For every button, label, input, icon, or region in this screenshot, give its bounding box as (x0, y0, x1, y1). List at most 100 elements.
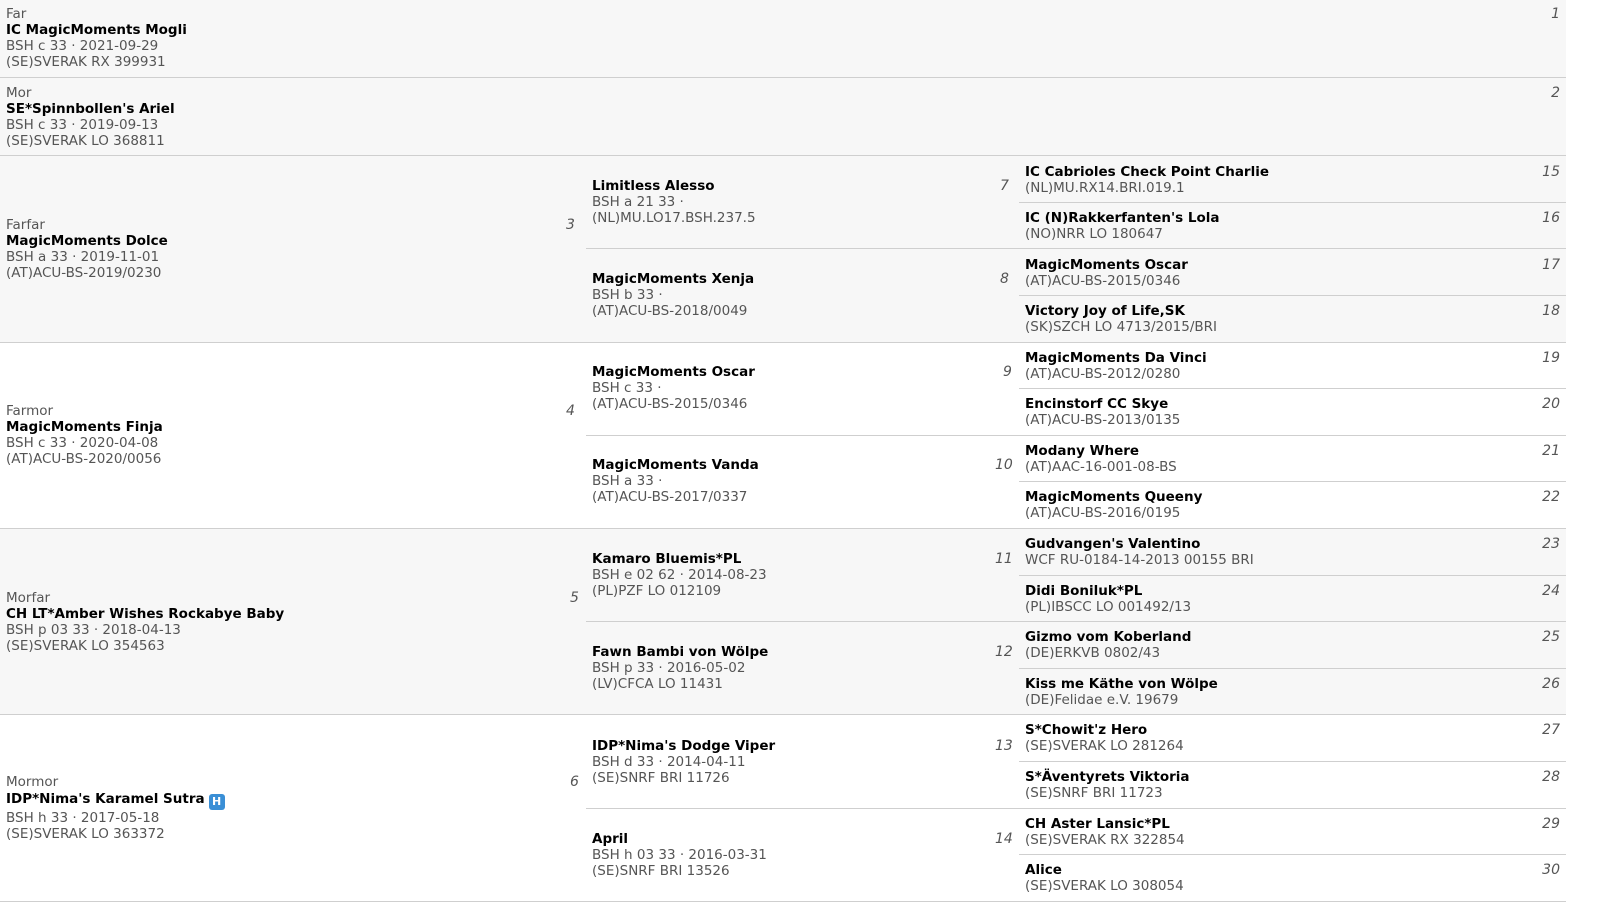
position-number: 2 (1551, 85, 1560, 101)
cat-name[interactable]: IC MagicMoments Mogli (6, 22, 187, 38)
cat-name[interactable]: IDP*Nima's Karamel Sutra (6, 791, 205, 807)
grandparent-entry-farfar[interactable]: Farfar MagicMoments Dolce BSH a 33 · 201… (6, 217, 168, 281)
grandparent-entry-farmor[interactable]: Farmor MagicMoments Finja BSH c 33 · 202… (6, 403, 163, 467)
cat-name[interactable]: CH LT*Amber Wishes Rockabye Baby (6, 606, 284, 622)
role-label: Far (6, 6, 27, 22)
cat-name[interactable]: Fawn Bambi von Wölpe (592, 644, 768, 660)
cat-registration: (SE)SVERAK LO 354563 (6, 638, 165, 654)
ancestor-entry[interactable]: IC Cabrioles Check Point Charlie (NL)MU.… (1025, 164, 1269, 196)
position-number: 24 (1542, 583, 1560, 599)
ancestor-entry[interactable]: Didi Boniluk*PL (PL)IBSCC LO 001492/13 (1025, 583, 1191, 615)
ancestor-entry[interactable]: Victory Joy of Life,SK (SK)SZCH LO 4713/… (1025, 303, 1217, 335)
cat-name[interactable]: April (592, 831, 767, 847)
cat-registration: (AT)ACU-BS-2017/0337 (592, 489, 748, 505)
ancestor-entry[interactable]: S*Chowit'z Hero (SE)SVERAK LO 281264 (1025, 722, 1184, 754)
ancestor-entry[interactable]: Kiss me Käthe von Wölpe (DE)Felidae e.V.… (1025, 676, 1218, 708)
cat-name[interactable]: Gudvangen's Valentino (1025, 536, 1254, 552)
sire-entry[interactable]: Far IC MagicMoments Mogli BSH c 33 · 202… (6, 6, 187, 70)
great-grandparent-entry[interactable]: Fawn Bambi von Wölpe BSH p 33 · 2016-05-… (592, 644, 768, 692)
ancestor-entry[interactable]: MagicMoments Queeny (AT)ACU-BS-2016/0195 (1025, 489, 1202, 521)
position-number: 20 (1542, 396, 1560, 412)
ancestor-entry[interactable]: Modany Where (AT)AAC-16-001-08-BS (1025, 443, 1177, 475)
cat-name[interactable]: MagicMoments Dolce (6, 233, 168, 249)
position-number: 5 (570, 590, 579, 606)
ancestor-entry[interactable]: Gudvangen's Valentino WCF RU-0184-14-201… (1025, 536, 1254, 568)
cat-name[interactable]: Didi Boniluk*PL (1025, 583, 1191, 599)
dam-entry[interactable]: Mor SE*Spinnbollen's Ariel BSH c 33 · 20… (6, 85, 175, 149)
grandparent-entry-morfar[interactable]: Morfar CH LT*Amber Wishes Rockabye Baby … (6, 590, 284, 654)
cat-name[interactable]: IC Cabrioles Check Point Charlie (1025, 164, 1269, 180)
great-grandparent-entry[interactable]: MagicMoments Xenja BSH b 33 · (AT)ACU-BS… (592, 271, 754, 319)
cat-name[interactable]: MagicMoments Finja (6, 419, 163, 435)
cat-registration: (AT)ACU-BS-2013/0135 (1025, 412, 1181, 428)
ancestor-entry[interactable]: MagicMoments Oscar (AT)ACU-BS-2015/0346 (1025, 257, 1188, 289)
ancestor-entry[interactable]: Alice (SE)SVERAK LO 308054 (1025, 862, 1184, 894)
ancestor-entry[interactable]: Encinstorf CC Skye (AT)ACU-BS-2013/0135 (1025, 396, 1180, 428)
pedigree-row-sire: Far IC MagicMoments Mogli BSH c 33 · 202… (0, 0, 1566, 78)
cat-registration: (PL)PZF LO 012109 (592, 583, 722, 599)
cat-name[interactable]: Gizmo vom Koberland (1025, 629, 1191, 645)
cat-breed-date: BSH c 33 · 2019-09-13 (6, 117, 159, 133)
cat-registration: (SE)SNRF BRI 11723 (1025, 785, 1163, 801)
cat-name[interactable]: MagicMoments Queeny (1025, 489, 1202, 505)
cat-name[interactable]: MagicMoments Vanda (592, 457, 759, 473)
pedigree-row-morfar: Morfar CH LT*Amber Wishes Rockabye Baby … (0, 529, 1566, 715)
great-grandparent-entry[interactable]: Limitless Alesso BSH a 21 33 · (NL)MU.LO… (592, 178, 756, 226)
cat-registration: (AT)ACU-BS-2018/0049 (592, 303, 748, 319)
cat-registration: (NL)MU.LO17.BSH.237.5 (592, 210, 756, 226)
cat-name[interactable]: Modany Where (1025, 443, 1177, 459)
divider (586, 248, 1566, 249)
ancestor-entry[interactable]: MagicMoments Da Vinci (AT)ACU-BS-2012/02… (1025, 350, 1207, 382)
cat-name[interactable]: MagicMoments Oscar (592, 364, 755, 380)
position-number: 28 (1542, 769, 1560, 785)
cat-registration: (SE)SVERAK LO 281264 (1025, 738, 1184, 754)
ancestor-entry[interactable]: S*Äventyrets Viktoria (SE)SNRF BRI 11723 (1025, 769, 1190, 801)
cat-name[interactable]: Alice (1025, 862, 1184, 878)
cat-breed-date: BSH c 33 · 2021-09-29 (6, 38, 159, 54)
cat-breed-date: BSH c 33 · (592, 380, 662, 396)
cat-breed-date: BSH p 03 33 · 2018-04-13 (6, 622, 181, 638)
cat-registration: (SE)SVERAK RX 399931 (6, 54, 166, 70)
cat-name[interactable]: Kamaro Bluemis*PL (592, 551, 767, 567)
cat-registration: (SE)SVERAK LO 363372 (6, 826, 165, 842)
cat-name[interactable]: SE*Spinnbollen's Ariel (6, 101, 175, 117)
cat-name[interactable]: MagicMoments Da Vinci (1025, 350, 1207, 366)
cat-name[interactable]: Encinstorf CC Skye (1025, 396, 1180, 412)
pedigree-row-farfar: Farfar MagicMoments Dolce BSH a 33 · 201… (0, 156, 1566, 343)
pedigree-row-mormor: Mormor IDP*Nima's Karamel Sutra H BSH h 3… (0, 715, 1566, 902)
position-number: 3 (566, 217, 575, 233)
cat-registration: (AT)ACU-BS-2012/0280 (1025, 366, 1181, 382)
great-grandparent-entry[interactable]: MagicMoments Oscar BSH c 33 · (AT)ACU-BS… (592, 364, 755, 412)
cat-name[interactable]: S*Äventyrets Viktoria (1025, 769, 1190, 785)
cat-name[interactable]: Victory Joy of Life,SK (1025, 303, 1217, 319)
grandparent-entry-mormor[interactable]: Mormor IDP*Nima's Karamel Sutra H BSH h 3… (6, 774, 225, 842)
cat-breed-date: BSH h 03 33 · 2016-03-31 (592, 847, 767, 863)
ancestor-entry[interactable]: Gizmo vom Koberland (DE)ERKVB 0802/43 (1025, 629, 1191, 661)
ancestor-entry[interactable]: IC (N)Rakkerfanten's Lola (NO)NRR LO 180… (1025, 210, 1219, 242)
cat-breed-date: BSH c 33 · 2020-04-08 (6, 435, 159, 451)
cat-registration: (SE)SNRF BRI 11726 (592, 770, 730, 786)
cat-name[interactable]: Limitless Alesso (592, 178, 756, 194)
cat-name[interactable]: CH Aster Lansic*PL (1025, 816, 1185, 832)
cat-registration: (AT)ACU-BS-2015/0346 (1025, 273, 1181, 289)
cat-registration: (DE)Felidae e.V. 19679 (1025, 692, 1179, 708)
great-grandparent-entry[interactable]: MagicMoments Vanda BSH a 33 · (AT)ACU-BS… (592, 457, 759, 505)
cat-name[interactable]: MagicMoments Xenja (592, 271, 754, 287)
cat-name[interactable]: IC (N)Rakkerfanten's Lola (1025, 210, 1219, 226)
divider (1019, 481, 1566, 482)
cat-name[interactable]: IDP*Nima's Dodge Viper (592, 738, 775, 754)
great-grandparent-entry[interactable]: April BSH h 03 33 · 2016-03-31 (SE)SNRF … (592, 831, 767, 879)
great-grandparent-entry[interactable]: IDP*Nima's Dodge Viper BSH d 33 · 2014-0… (592, 738, 775, 786)
great-grandparent-entry[interactable]: Kamaro Bluemis*PL BSH e 02 62 · 2014-08-… (592, 551, 767, 599)
cat-name-row: IDP*Nima's Karamel Sutra H (6, 790, 225, 810)
ancestor-entry[interactable]: CH Aster Lansic*PL (SE)SVERAK RX 322854 (1025, 816, 1185, 848)
position-number: 19 (1542, 350, 1560, 366)
cat-registration: (LV)CFCA LO 11431 (592, 676, 723, 692)
cat-registration: (AT)AAC-16-001-08-BS (1025, 459, 1177, 475)
cat-name[interactable]: S*Chowit'z Hero (1025, 722, 1184, 738)
cat-name[interactable]: MagicMoments Oscar (1025, 257, 1188, 273)
divider (586, 808, 1566, 809)
divider (1019, 668, 1566, 669)
divider (1019, 761, 1566, 762)
cat-name[interactable]: Kiss me Käthe von Wölpe (1025, 676, 1218, 692)
